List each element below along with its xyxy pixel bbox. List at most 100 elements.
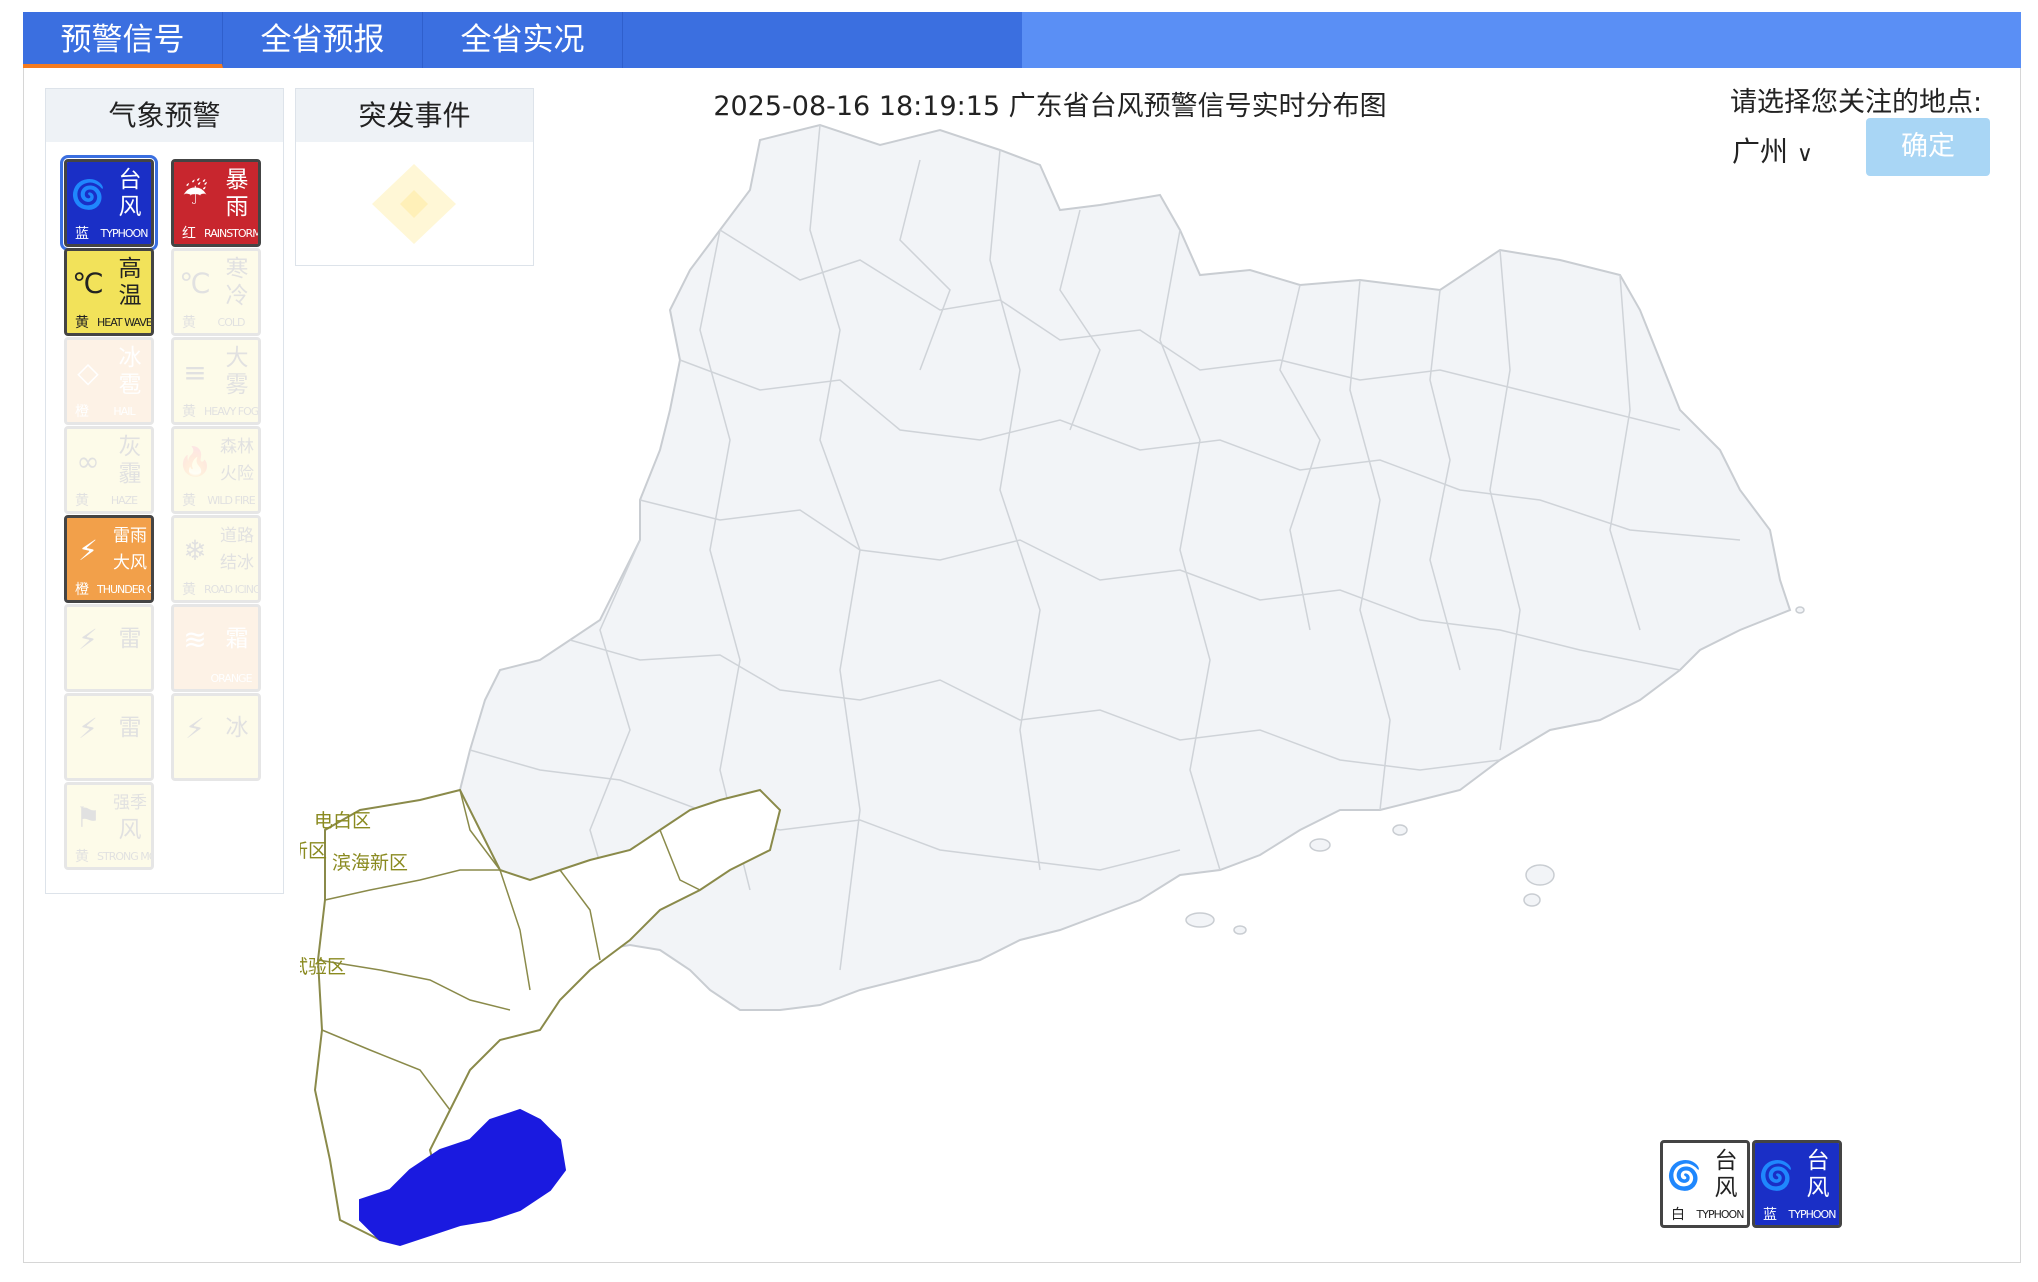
- lightning-icon: ⚡: [67, 607, 109, 671]
- signal-level-bar: [174, 758, 258, 778]
- signal-fire[interactable]: 🔥 森林 火险黄 WILD FIRE: [171, 426, 261, 514]
- signal-name: 森林 火险: [216, 429, 258, 493]
- map-label[interactable]: 高新区: [300, 840, 327, 862]
- signal-english: [97, 669, 151, 689]
- confirm-button[interactable]: 确定: [1866, 118, 1990, 176]
- signal-name: 高温: [109, 251, 151, 315]
- signal-english: COLD: [217, 316, 246, 329]
- frost-icon: ≋: [174, 607, 216, 671]
- signal-name-line: 大风: [113, 553, 147, 573]
- signal-english: HEAT WAVE: [97, 316, 151, 329]
- signal-hail[interactable]: ◇ 冰雹橙 HAIL: [64, 337, 154, 425]
- legend-signal[interactable]: 🌀 台风蓝 TYPHOON: [1752, 1140, 1842, 1228]
- signal-english: TYPHOON: [1696, 1208, 1745, 1221]
- signal-name-line: 雹: [118, 372, 142, 398]
- signal-name-line: 雾: [225, 372, 249, 398]
- signal-level-bar: 橙 HAIL: [67, 402, 151, 422]
- signal-name-line: 冰: [118, 345, 142, 371]
- signal-level-bar: 黄 HEAVY FOG: [174, 402, 258, 422]
- signal-fog[interactable]: ≡ 大雾黄 HEAVY FOG: [171, 337, 261, 425]
- signal-level-bar: 蓝 TYPHOON: [67, 224, 151, 244]
- fog-icon: ≡: [174, 340, 216, 404]
- map-label[interactable]: 东海岛经济开发试验区: [300, 956, 346, 978]
- signal-name-line: 风: [118, 194, 142, 220]
- guangdong-map: 廉江市茂南区电白区高新区滨海新区吴川市坡头区遂溪县赤坎区麻章区霞山区东海岛经济开…: [300, 123, 1805, 1247]
- signal-name: 台风: [1797, 1143, 1839, 1207]
- signal-name-line: 霜: [225, 625, 249, 652]
- signal-name-line: 雷: [118, 714, 142, 741]
- signal-s4[interactable]: ⚡ 冰: [171, 693, 261, 781]
- signal-typhoon[interactable]: 🌀 台风蓝 TYPHOON: [60, 155, 158, 251]
- signal-name-line: 台: [1714, 1148, 1738, 1174]
- island: [1525, 864, 1555, 886]
- signal-name-line: 雷: [118, 625, 142, 652]
- tab-warning-signals[interactable]: 预警信号: [23, 12, 223, 68]
- signal-level: 红: [182, 226, 196, 242]
- tab-province-observation[interactable]: 全省实况: [423, 12, 623, 68]
- signal-s1[interactable]: ⚡ 雷: [64, 604, 154, 692]
- legend-signal[interactable]: 🌀 台风白 TYPHOON: [1660, 1140, 1750, 1228]
- signal-name: 台风: [109, 162, 151, 226]
- signal-level-bar: ORANGE: [174, 669, 258, 689]
- signal-english: [97, 758, 151, 778]
- signal-thunder[interactable]: ⚡雷雨大风橙 THUNDER GUST: [64, 515, 154, 603]
- signal-s3[interactable]: ⚡ 雷: [64, 693, 154, 781]
- signal-english: ROAD ICING: [204, 583, 258, 596]
- signal-monsoon[interactable]: ⚑强季风黄 STRONG MONSOON: [64, 782, 154, 870]
- signal-level-bar: [67, 669, 151, 689]
- signal-english: [204, 758, 258, 778]
- signal-name-line: 雷雨: [113, 526, 147, 546]
- signal-cold[interactable]: ℃ 寒冷黄 COLD: [171, 248, 261, 336]
- signal-name-line: 森林: [220, 437, 254, 457]
- signal-level: 橙: [75, 404, 89, 420]
- map-label[interactable]: 滨海新区: [332, 852, 408, 874]
- signal-level: 橙: [75, 582, 89, 598]
- signal-level-bar: 红 RAINSTORM: [174, 224, 258, 244]
- signal-english: STRONG MONSOON: [97, 850, 151, 863]
- signal-name: 寒冷: [216, 251, 258, 315]
- signal-name: 灰霾: [109, 429, 151, 493]
- signal-level: 蓝: [1763, 1207, 1777, 1223]
- signal-name: 道路 结冰: [216, 518, 258, 582]
- signal-english: RAINSTORM: [204, 227, 258, 240]
- signal-rainstorm[interactable]: ☔ 暴雨红 RAINSTORM: [171, 159, 261, 247]
- tab-province-forecast[interactable]: 全省预报: [223, 12, 423, 68]
- signal-english: WILD FIRE: [207, 494, 255, 507]
- signal-english: TYPHOON: [100, 227, 149, 240]
- island: [1392, 824, 1408, 836]
- top-nav-bar: 预警信号 全省预报 全省实况: [23, 12, 2021, 68]
- signal-level-bar: 白 TYPHOON: [1663, 1205, 1747, 1225]
- typhoon-icon: 🌀: [1755, 1143, 1797, 1207]
- signal-name-line: 寒: [225, 256, 249, 282]
- map-label[interactable]: 电白区: [314, 810, 371, 832]
- signal-level-bar: 橙 THUNDER GUST: [67, 580, 151, 600]
- thermometer-down-icon: ℃: [174, 251, 216, 315]
- signal-english: TYPHOON: [1788, 1208, 1837, 1221]
- weather-panel-title[interactable]: 气象预警: [46, 89, 283, 142]
- signal-name-line: 暴: [225, 167, 249, 193]
- signal-level: 黄: [75, 315, 89, 331]
- signal-level: 黄: [182, 315, 196, 331]
- signal-s2[interactable]: ≋ 霜 ORANGE: [171, 604, 261, 692]
- signal-level-bar: 蓝 TYPHOON: [1755, 1205, 1839, 1225]
- island: [1309, 838, 1331, 852]
- signal-haze[interactable]: ∞ 灰霾黄 HAZE: [64, 426, 154, 514]
- signal-name-line: 高: [118, 256, 142, 282]
- ice-icon: ⚡: [174, 696, 216, 760]
- signal-english: HAZE: [110, 494, 138, 507]
- signal-name: 台风: [1705, 1143, 1747, 1207]
- signal-name-line: 霾: [118, 461, 142, 487]
- signal-icing[interactable]: ❄ 道路 结冰黄 ROAD ICING: [171, 515, 261, 603]
- island: [1523, 893, 1541, 907]
- signal-name-line: 强季: [113, 793, 147, 813]
- island: [1185, 912, 1215, 928]
- signal-name-line: 道路: [220, 526, 254, 546]
- signal-level-bar: 黄 COLD: [174, 313, 258, 333]
- signal-name-line: 台: [1806, 1148, 1830, 1174]
- signal-level-bar: 黄 ROAD ICING: [174, 580, 258, 600]
- monsoon-icon: ⚑: [67, 785, 109, 849]
- signal-name: 雷雨 大风: [109, 518, 151, 582]
- signal-heat[interactable]: ℃ 高温黄 HEAT WAVE: [64, 248, 154, 336]
- signal-name-line: 冰: [225, 714, 249, 741]
- signal-name: 大雾: [216, 340, 258, 404]
